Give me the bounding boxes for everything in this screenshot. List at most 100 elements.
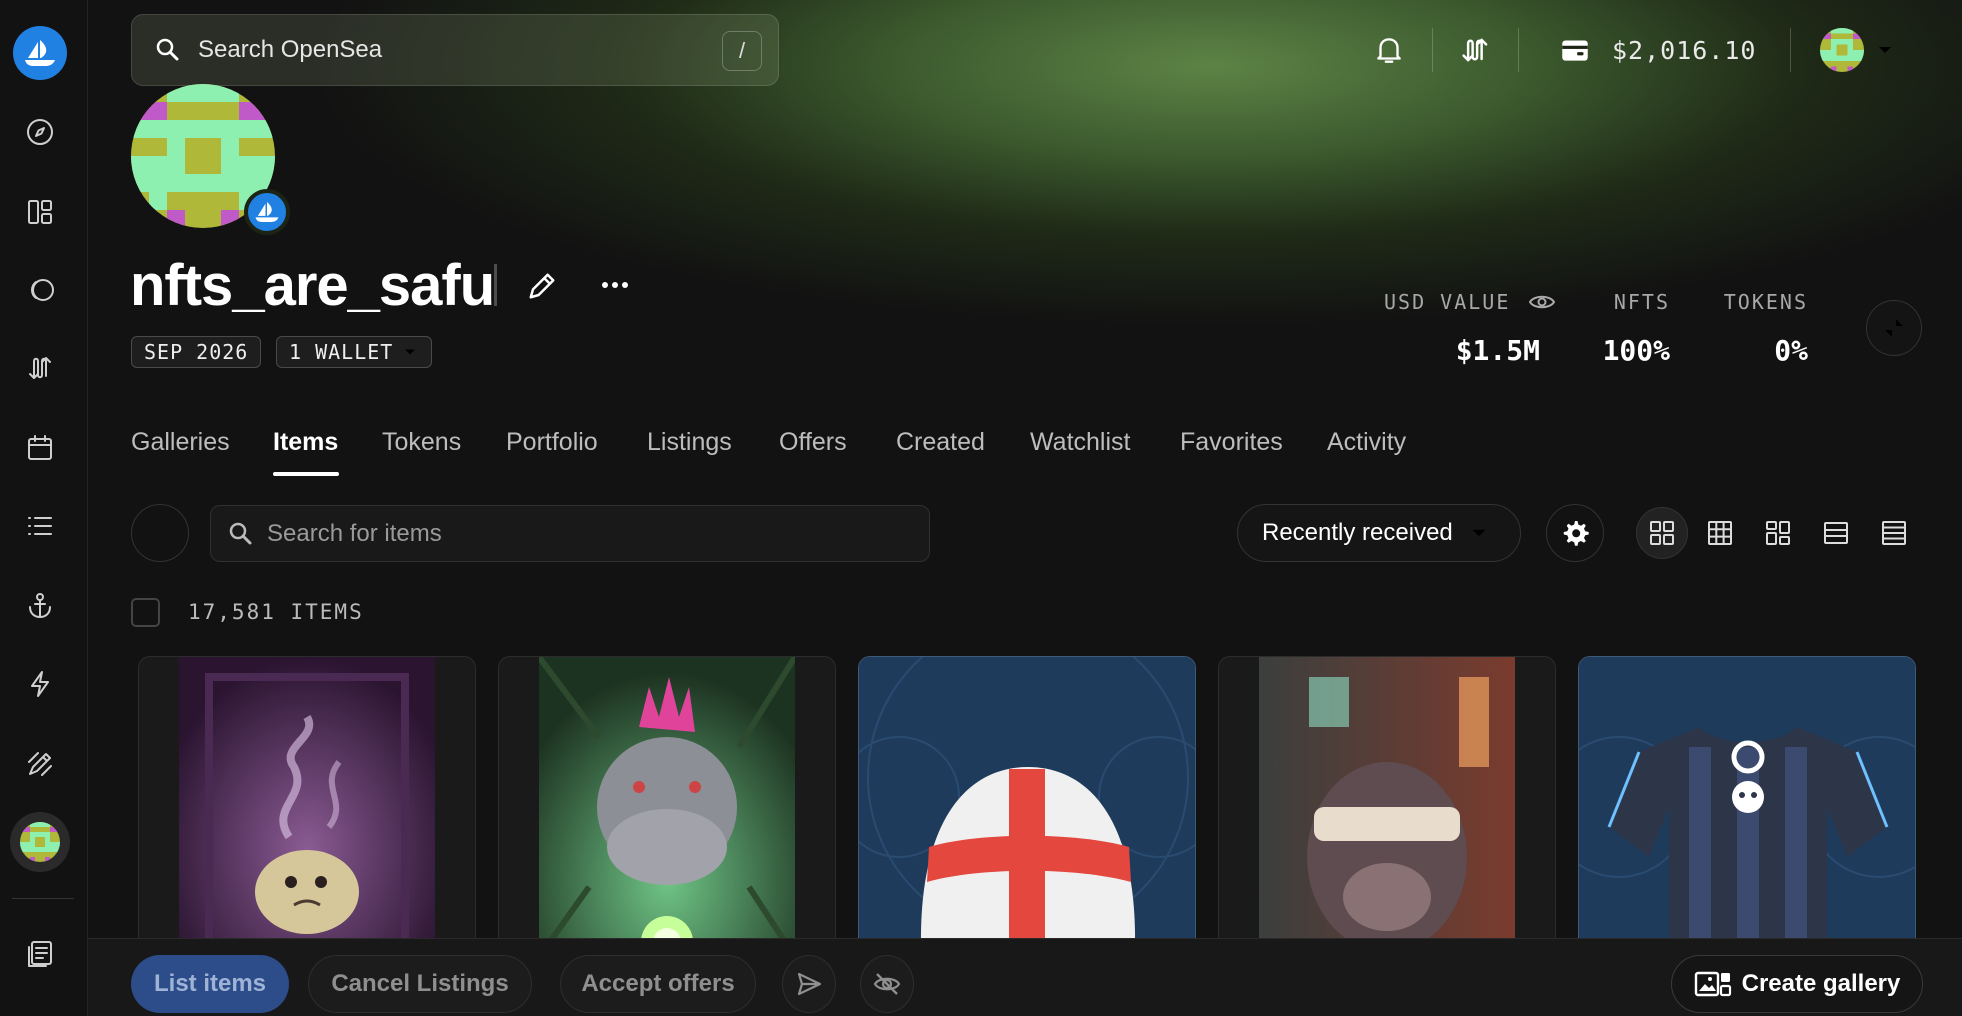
global-search-placeholder: Search OpenSea — [198, 36, 383, 63]
chevron-down-icon — [1472, 529, 1486, 537]
item-card[interactable] — [138, 656, 476, 976]
table-view-icon — [1882, 521, 1906, 545]
cancel-listings-button[interactable]: Cancel Listings — [308, 955, 532, 1013]
tokens-label: TOKENS — [1723, 290, 1808, 314]
tab-galleries[interactable]: Galleries — [131, 428, 230, 457]
tab-watchlist[interactable]: Watchlist — [1030, 428, 1130, 457]
account-menu[interactable] — [1820, 22, 1896, 78]
calendar-icon[interactable] — [20, 428, 60, 468]
wallets-label: 1 WALLET — [289, 340, 394, 364]
nft-image — [859, 657, 1195, 975]
gallery-icon — [1694, 971, 1731, 997]
profile-username: nfts_are_safu — [130, 253, 495, 318]
list-items-button[interactable]: List items — [131, 955, 289, 1013]
item-card[interactable] — [1578, 656, 1916, 976]
search-icon — [229, 522, 252, 544]
item-card[interactable] — [498, 656, 836, 976]
eye-off-icon — [873, 973, 901, 995]
header-separator — [1518, 28, 1519, 72]
account-avatar-icon — [1820, 28, 1864, 72]
sidebar-avatar[interactable] — [10, 812, 70, 872]
swap-icon — [1462, 38, 1488, 62]
notifications-button[interactable] — [1372, 22, 1406, 78]
wallet-icon — [1562, 40, 1588, 61]
nfts-label: NFTS — [1613, 290, 1670, 314]
search-icon — [156, 38, 179, 61]
compass-icon[interactable] — [20, 112, 60, 152]
transfer-button[interactable] — [782, 955, 836, 1013]
create-gallery-label: Create gallery — [1741, 970, 1901, 997]
ship-icon — [255, 202, 279, 222]
gear-icon — [1563, 521, 1589, 546]
sort-dropdown[interactable]: Recently received — [1237, 504, 1521, 562]
filter-button[interactable] — [131, 504, 189, 562]
tab-listings[interactable]: Listings — [647, 428, 732, 457]
nft-image — [539, 657, 795, 975]
list-icon[interactable] — [20, 506, 60, 546]
wallet-balance: $2,016.10 — [1612, 35, 1757, 65]
select-all-checkbox[interactable] — [131, 598, 160, 627]
ship-icon — [25, 40, 55, 66]
search-shortcut: / — [722, 31, 762, 71]
docs-icon[interactable] — [20, 934, 60, 974]
eye-icon[interactable] — [1528, 292, 1556, 312]
items-count: 17,581 ITEMS — [188, 600, 364, 624]
wallet-button[interactable]: $2,016.10 — [1558, 22, 1756, 78]
tab-offers[interactable]: Offers — [779, 428, 847, 457]
view-table[interactable] — [1868, 507, 1920, 559]
create-icon[interactable] — [20, 744, 60, 784]
tokens-icon[interactable] — [20, 270, 60, 310]
edit-profile-button[interactable] — [524, 268, 560, 309]
avatar-icon — [20, 822, 60, 862]
bell-icon — [1377, 38, 1401, 63]
pencil-icon — [529, 273, 555, 299]
masonry-icon — [1766, 521, 1790, 545]
sidebar — [0, 0, 88, 1016]
grid-large-icon — [1650, 521, 1674, 545]
lightning-icon[interactable] — [20, 664, 60, 704]
sidebar-divider — [12, 898, 74, 899]
create-gallery-button[interactable]: Create gallery — [1671, 955, 1923, 1013]
accept-offers-button[interactable]: Accept offers — [560, 955, 756, 1013]
send-icon — [797, 972, 822, 996]
item-card[interactable] — [1218, 656, 1556, 976]
wallets-dropdown[interactable]: 1 WALLET — [276, 336, 433, 368]
nft-image — [1579, 657, 1915, 975]
hide-button[interactable] — [860, 955, 914, 1013]
nfts-value: 100% — [1602, 334, 1670, 367]
tab-activity[interactable]: Activity — [1327, 428, 1406, 457]
chevron-down-icon — [1879, 47, 1891, 53]
nft-image — [1259, 657, 1515, 975]
active-tab-indicator — [273, 472, 339, 476]
chevron-down-icon — [405, 349, 416, 355]
header-separator — [1432, 28, 1433, 72]
dashboard-icon[interactable] — [20, 192, 60, 232]
settings-button[interactable] — [1546, 504, 1604, 562]
view-list[interactable] — [1810, 507, 1862, 559]
view-masonry[interactable] — [1752, 507, 1804, 559]
header-separator — [1790, 28, 1791, 72]
more-options-button[interactable] — [598, 268, 632, 302]
items-search-placeholder: Search for items — [267, 519, 442, 547]
swap-icon[interactable] — [20, 348, 60, 388]
global-search[interactable]: Search OpenSea / — [131, 14, 779, 86]
collapse-icon — [1885, 319, 1903, 337]
view-small-grid[interactable] — [1694, 507, 1746, 559]
filter-icon — [150, 527, 170, 539]
tab-created[interactable]: Created — [896, 428, 985, 457]
usd-value: $1.5M — [1455, 334, 1540, 367]
collapse-stats-button[interactable] — [1866, 300, 1922, 356]
item-card[interactable] — [858, 656, 1196, 976]
anchor-icon[interactable] — [20, 586, 60, 626]
opensea-logo[interactable] — [13, 26, 67, 80]
items-search[interactable]: Search for items — [210, 505, 930, 562]
swap-button[interactable] — [1458, 22, 1494, 78]
tab-items[interactable]: Items — [273, 428, 338, 457]
grid-small-icon — [1708, 521, 1732, 545]
view-large-grid[interactable] — [1636, 507, 1688, 559]
tab-portfolio[interactable]: Portfolio — [506, 428, 598, 457]
tab-tokens[interactable]: Tokens — [382, 428, 461, 457]
tab-favorites[interactable]: Favorites — [1180, 428, 1283, 457]
joined-date-chip: SEP 2026 — [131, 336, 262, 368]
bottom-action-bar: List items Cancel Listings Accept offers… — [88, 938, 1962, 1016]
